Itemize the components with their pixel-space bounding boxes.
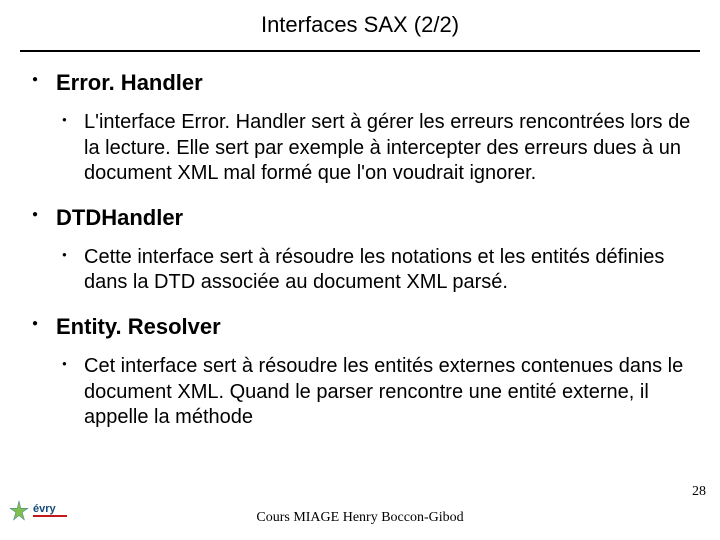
subsection-list: L'interface Error. Handler sert à gérer … [56, 110, 692, 187]
section-entity-resolver: Entity. Resolver Cet interface sert à ré… [28, 314, 692, 431]
section-heading: DTDHandler [56, 205, 692, 231]
page-number: 28 [692, 484, 706, 500]
section-body: Cet interface sert à résoudre les entité… [84, 354, 692, 431]
subsection-item: Cette interface sert à résoudre les nota… [56, 245, 692, 296]
section-error-handler: Error. Handler L'interface Error. Handle… [28, 70, 692, 187]
subsection-item: Cet interface sert à résoudre les entité… [56, 354, 692, 431]
section-heading: Entity. Resolver [56, 314, 692, 340]
logo-underline [33, 515, 67, 517]
section-body: Cette interface sert à résoudre les nota… [84, 245, 692, 296]
section-heading: Error. Handler [56, 70, 692, 96]
bullet-list: Error. Handler L'interface Error. Handle… [28, 70, 692, 431]
slide: Interfaces SAX (2/2) Error. Handler L'in… [0, 0, 720, 540]
subsection-item: L'interface Error. Handler sert à gérer … [56, 110, 692, 187]
university-logo: évry [8, 500, 67, 522]
subsection-list: Cette interface sert à résoudre les nota… [56, 245, 692, 296]
section-body: L'interface Error. Handler sert à gérer … [84, 110, 692, 187]
star-icon [8, 500, 30, 522]
footer-text: Cours MIAGE Henry Boccon-Gibod [0, 510, 720, 526]
slide-title: Interfaces SAX (2/2) [0, 0, 720, 46]
logo-text-wrap: évry [33, 505, 67, 518]
section-dtdhandler: DTDHandler Cette interface sert à résoud… [28, 205, 692, 296]
subsection-list: Cet interface sert à résoudre les entité… [56, 354, 692, 431]
logo-text: évry [33, 505, 67, 515]
slide-content: Error. Handler L'interface Error. Handle… [0, 52, 720, 431]
